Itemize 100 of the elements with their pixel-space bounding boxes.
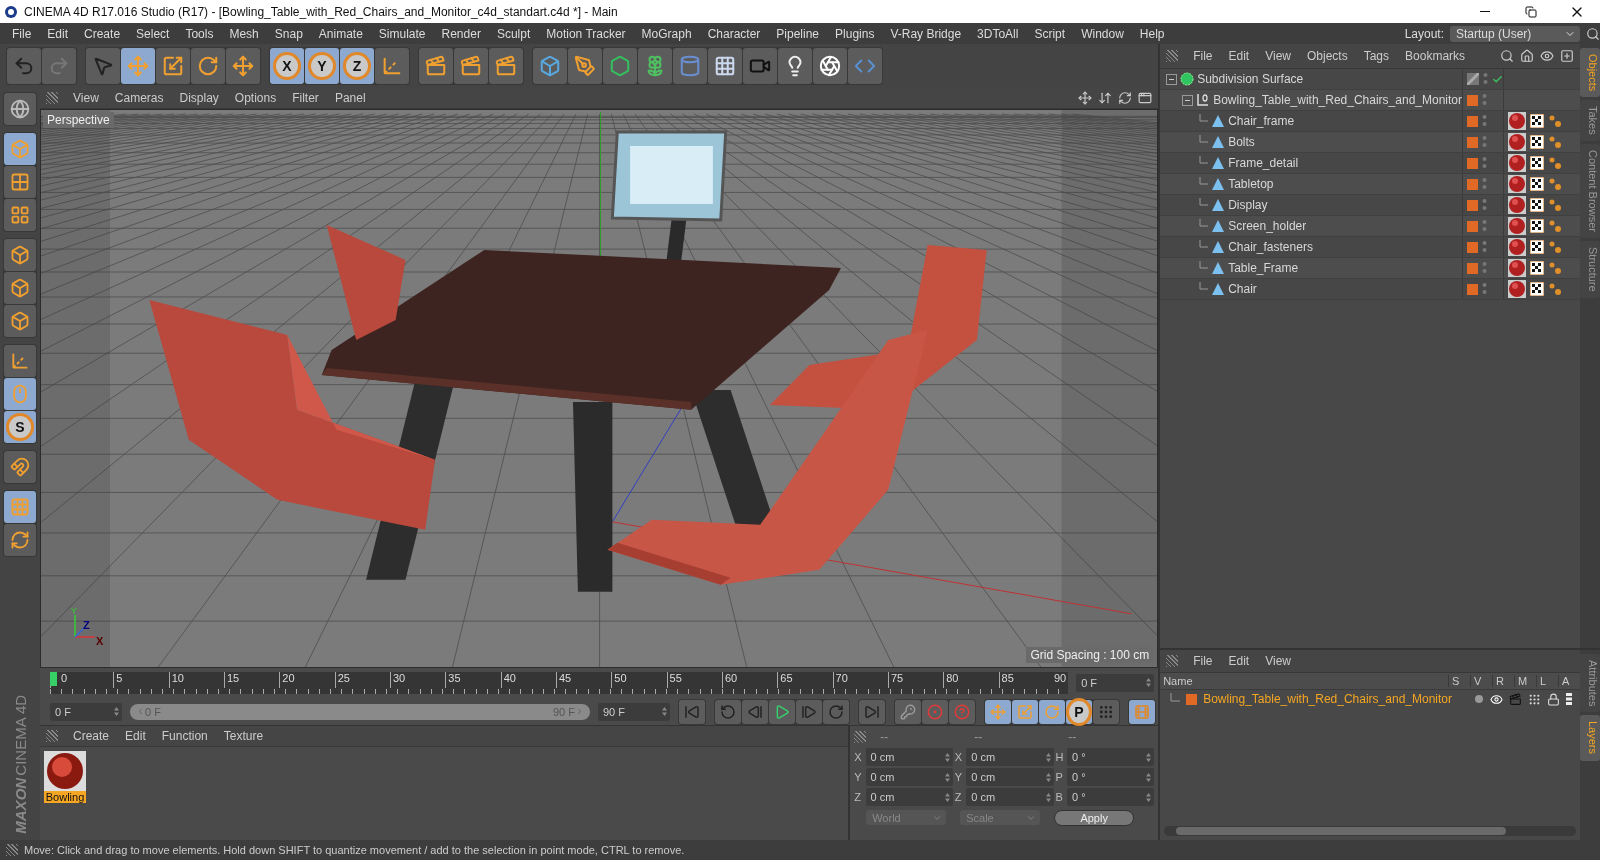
auto-key-button[interactable]	[949, 699, 975, 724]
first-button[interactable]	[679, 699, 705, 724]
texture-button[interactable]	[4, 166, 36, 198]
visibility-dots-icon[interactable]	[1482, 135, 1487, 149]
next-frame-button[interactable]	[796, 699, 822, 724]
menu-item[interactable]: Simulate	[370, 26, 434, 41]
polygons-button[interactable]	[4, 305, 36, 337]
material-ball-icon[interactable]	[1508, 196, 1526, 214]
animation-bars-icon[interactable]	[1566, 693, 1572, 705]
menu-item[interactable]: Pipeline	[768, 26, 828, 41]
object-menu-item[interactable]: Objects	[1300, 49, 1355, 63]
search-icon[interactable]	[1586, 26, 1600, 41]
object-name[interactable]: Frame_detail	[1228, 156, 1299, 170]
coordinate-field[interactable]: 0 °	[1066, 788, 1155, 807]
orbit-icon[interactable]	[1118, 90, 1133, 105]
select-button[interactable]	[86, 48, 120, 84]
viewport-menu-item[interactable]: Panel	[327, 90, 373, 105]
checker-icon[interactable]	[1530, 282, 1544, 296]
deformer-button[interactable]	[673, 48, 707, 84]
visibility-dots-icon[interactable]	[1482, 156, 1487, 170]
key-move-button[interactable]	[985, 699, 1011, 724]
material-menu-item[interactable]: Function	[154, 729, 215, 744]
collapse-icon[interactable]	[1166, 73, 1178, 85]
checker-icon[interactable]	[1530, 240, 1544, 254]
menu-item[interactable]: Tools	[177, 26, 222, 41]
eye-icon[interactable]	[1540, 49, 1554, 63]
visibility-dots-icon[interactable]	[1482, 198, 1487, 212]
material-ball-icon[interactable]	[1508, 133, 1526, 151]
material-ball-icon[interactable]	[1508, 238, 1526, 256]
clapperboard-icon[interactable]	[1509, 692, 1522, 706]
object-name[interactable]: Bolts	[1228, 135, 1255, 149]
prev-key-button[interactable]	[715, 699, 741, 724]
coordinate-field[interactable]: 0 °	[1066, 748, 1155, 767]
object-menu-item[interactable]: Bookmarks	[1398, 49, 1473, 63]
menu-item[interactable]: V-Ray Bridge	[882, 26, 970, 41]
floor-button[interactable]	[708, 48, 742, 84]
pan-icon[interactable]	[1078, 90, 1093, 105]
layout-dropdown[interactable]: Startup (User)	[1450, 25, 1580, 42]
render-view-button[interactable]	[419, 48, 453, 84]
coordinate-field[interactable]: 0 cm	[865, 768, 953, 787]
key-points-button[interactable]	[1093, 699, 1119, 724]
checker-icon[interactable]	[1530, 135, 1544, 149]
object-name[interactable]: Table_Frame	[1228, 261, 1299, 275]
layer-name[interactable]: Bowling_Table_with_Red_Chairs_and_Monitor	[1203, 692, 1468, 706]
dots-icon[interactable]	[1548, 240, 1562, 254]
window-icon[interactable]	[1138, 90, 1153, 105]
coordinate-field[interactable]: 0 cm	[966, 748, 1054, 767]
object-name[interactable]: Chair	[1228, 282, 1257, 296]
menu-item[interactable]: MoGraph	[633, 26, 700, 41]
dots-icon[interactable]	[1548, 114, 1562, 128]
menu-item[interactable]: Window	[1073, 26, 1132, 41]
object-name[interactable]: Subdivision Surface	[1197, 72, 1304, 86]
scale-button[interactable]	[156, 48, 190, 84]
material-ball-icon[interactable]	[1508, 112, 1526, 130]
menu-item[interactable]: Script	[1026, 26, 1074, 41]
grid-rotate-button[interactable]	[4, 524, 36, 556]
apply-button[interactable]: Apply	[1054, 810, 1135, 827]
points-button[interactable]	[4, 239, 36, 271]
material-menu-item[interactable]: Texture	[216, 729, 271, 744]
key-button[interactable]	[895, 699, 921, 724]
timeline-button[interactable]	[1129, 699, 1155, 724]
checker-icon[interactable]	[1530, 198, 1544, 212]
material-menu-item[interactable]: Edit	[118, 729, 153, 744]
zoom-icon[interactable]	[1098, 90, 1113, 105]
object-menu-item[interactable]: View	[1258, 49, 1298, 63]
key-rotate-button[interactable]	[1039, 699, 1065, 724]
horizontal-scrollbar[interactable]	[1164, 826, 1576, 836]
solo-dot-icon[interactable]	[1474, 694, 1484, 704]
menu-item[interactable]: Select	[128, 26, 178, 41]
dots-icon[interactable]	[1548, 261, 1562, 275]
timeline-ruler[interactable]: 0 5 10 15 20 25 30 35 40 45 50 55 60 65 70 75 80 85 90	[50, 671, 1069, 694]
side-tab[interactable]: Takes	[1580, 100, 1600, 142]
sketch-button[interactable]	[813, 48, 847, 84]
visibility-dots-icon[interactable]	[1482, 240, 1487, 254]
visibility-dots-icon[interactable]	[1483, 72, 1488, 86]
visibility-dots-icon[interactable]	[1482, 114, 1487, 128]
coordinate-field[interactable]: 0 cm	[865, 788, 953, 807]
coordinate-field[interactable]: 0 °	[1066, 768, 1155, 787]
dots-icon[interactable]	[1548, 282, 1562, 296]
checker-icon[interactable]	[1530, 261, 1544, 275]
check-icon[interactable]	[1492, 73, 1503, 85]
menu-item[interactable]: Create	[76, 26, 129, 41]
checker-icon[interactable]	[1530, 114, 1544, 128]
checker-icon[interactable]	[1530, 177, 1544, 191]
dots-icon[interactable]	[1548, 177, 1562, 191]
home-icon[interactable]	[1520, 49, 1534, 63]
play-button[interactable]	[769, 699, 795, 724]
object-name[interactable]: Screen_holder	[1228, 219, 1307, 233]
cube-button[interactable]	[533, 48, 567, 84]
object-menu-item[interactable]: Edit	[1221, 49, 1257, 63]
visibility-dots-icon[interactable]	[1482, 93, 1487, 107]
plus-icon[interactable]	[1560, 49, 1574, 63]
visibility-dots-icon[interactable]	[1482, 219, 1487, 233]
coordinate-field[interactable]: 0 cm	[865, 748, 953, 767]
menu-item[interactable]: Help	[1131, 26, 1173, 41]
side-tab[interactable]: Layers	[1580, 715, 1600, 761]
start-frame-field[interactable]: 0 F	[50, 702, 122, 721]
menu-item[interactable]: Animate	[310, 26, 371, 41]
visibility-dots-icon[interactable]	[1482, 261, 1487, 275]
end-frame-field[interactable]: 90 F	[598, 702, 670, 721]
